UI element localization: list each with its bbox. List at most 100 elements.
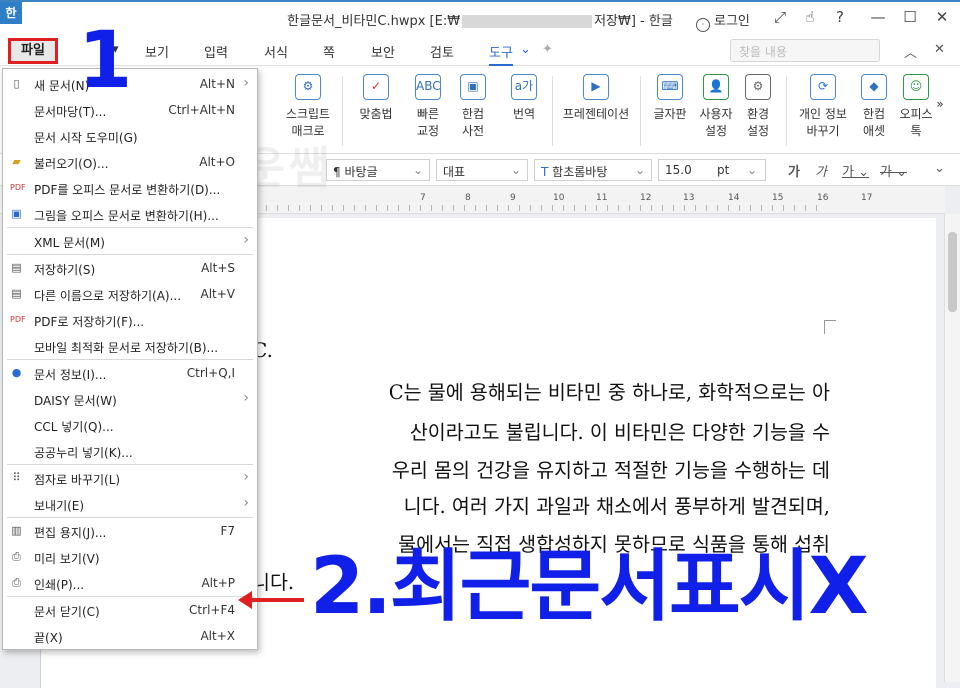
tool-personal-info[interactable]: ⟳ 개인 정보 바꾸기 bbox=[792, 74, 854, 140]
font-select[interactable]: T 함초롬바탕 ⌄ bbox=[534, 159, 652, 181]
tool-presentation[interactable]: ▶ 프레젠테이션 bbox=[560, 74, 632, 123]
ribbon-separator bbox=[640, 76, 641, 146]
menu-print[interactable]: ⎙ 인쇄(P)... Alt+P bbox=[3, 570, 257, 596]
bold-button[interactable]: 가 bbox=[788, 161, 800, 180]
page-margin-mark bbox=[824, 320, 836, 334]
file-menu[interactable]: 파일 bbox=[8, 38, 58, 64]
chevron-down-icon[interactable]: ⌄ bbox=[934, 161, 945, 176]
puzzle-icon[interactable]: ✦ bbox=[542, 42, 553, 57]
ruler-tick: 17 bbox=[861, 193, 873, 203]
title-prefix: 한글문서_비타민C.hwpx [E:₩ bbox=[287, 14, 461, 29]
blurred-path bbox=[462, 15, 593, 28]
print-icon: ⎙ bbox=[12, 576, 21, 589]
ruler-tick: 7 bbox=[420, 193, 426, 203]
menu-save[interactable]: ▤ 저장하기(S) Alt+S bbox=[3, 255, 257, 281]
ribbon-separator bbox=[342, 76, 343, 146]
menu-pdf-convert[interactable]: PDF PDF를 오피스 문서로 변환하기(D)... bbox=[3, 175, 257, 201]
ruler-tick: 16 bbox=[817, 193, 829, 203]
menu-daisy[interactable]: DAISY 문서(W) › bbox=[3, 386, 257, 412]
ruler-tick: 10 bbox=[553, 193, 565, 203]
title-bar: 한 한글문서_비타민C.hwpx [E:₩ 저장₩] - 한글 · 로그인 ⤢ ☝ … bbox=[0, 0, 960, 36]
underline-button[interactable]: 가 ⌄ bbox=[842, 161, 869, 180]
ruler-tick: 9 bbox=[510, 193, 516, 203]
menu-exit[interactable]: 끝(X) Alt+X bbox=[3, 623, 257, 649]
menu-send[interactable]: 보내기(E) › bbox=[3, 491, 257, 517]
ribbon-separator bbox=[552, 76, 553, 146]
expand-icon[interactable]: ⤢ bbox=[768, 8, 792, 26]
help-icon[interactable]: ? bbox=[828, 8, 852, 26]
maximize-button[interactable]: ☐ bbox=[898, 8, 922, 26]
collapse-ribbon-icon[interactable]: ︿ bbox=[904, 42, 917, 61]
new-document-icon: ▯ bbox=[13, 77, 20, 90]
keyboard-icon: ⌨ bbox=[657, 74, 683, 100]
scrollbar-thumb[interactable] bbox=[948, 232, 957, 312]
ribbon-separator bbox=[786, 76, 787, 146]
red-arrow bbox=[246, 598, 304, 602]
search-input[interactable]: 찾을 내용 bbox=[730, 39, 880, 62]
menu-save-as[interactable]: ▤ 다른 이름으로 저장하기(A)... Alt+V bbox=[3, 281, 257, 307]
menu-document-info[interactable]: ● 문서 정보(I)... Ctrl+Q,I bbox=[3, 360, 257, 386]
ruler-tick: 8 bbox=[465, 193, 471, 203]
pdf-save-icon: PDF bbox=[10, 315, 26, 324]
ribbon-more-icon[interactable]: » bbox=[930, 96, 950, 113]
file-dropdown-menu: ▯ 새 문서(N) Alt+N › 문서마당(T)... Ctrl+Alt+N 문서 시… bbox=[2, 68, 258, 650]
menu-start-wizard[interactable]: 문서 시작 도우미(G) bbox=[3, 123, 257, 149]
menu-insert[interactable]: 입력 bbox=[204, 42, 228, 61]
open-folder-icon: ▰ bbox=[12, 155, 21, 168]
menu-save-pdf[interactable]: PDF PDF로 저장하기(F)... bbox=[3, 307, 257, 333]
ruler-tick: 15 bbox=[772, 193, 784, 203]
menu-save-mobile[interactable]: 모바일 최적화 문서로 저장하기(B)... bbox=[3, 333, 257, 359]
menu-braille[interactable]: ⠿ 점자로 바꾸기(L) › bbox=[3, 465, 257, 491]
minimize-button[interactable]: — bbox=[866, 8, 890, 26]
menu-public-nuri[interactable]: 공공누리 넣기(K)... bbox=[3, 438, 257, 464]
tool-dictionary[interactable]: ▣ 한컴 사전 bbox=[445, 74, 501, 140]
tool-spell-check[interactable]: ✓ 맞춤법 bbox=[348, 74, 404, 123]
menu-xml-document[interactable]: XML 문서(M) › bbox=[3, 228, 257, 254]
style-select[interactable]: ¶ 바탕글 ⌄ bbox=[326, 159, 430, 181]
tool-translate[interactable]: a가 번역 bbox=[496, 74, 552, 123]
menu-print-preview[interactable]: ⎙ 미리 보기(V) bbox=[3, 544, 257, 570]
preferences-icon: ⚙ bbox=[745, 74, 771, 100]
menu-tools[interactable]: 도구 bbox=[489, 42, 513, 66]
login-button[interactable]: · 로그인 bbox=[696, 10, 750, 32]
info-icon: ● bbox=[11, 366, 22, 379]
save-as-icon: ▤ bbox=[11, 287, 22, 300]
font-type-select[interactable]: 대표 ⌄ bbox=[436, 159, 528, 181]
font-size-input[interactable]: 15.0 pt ⌄ bbox=[658, 159, 766, 181]
print-preview-icon: ⎙ bbox=[12, 550, 21, 563]
menu-page-setup[interactable]: ▥ 편집 용지(J)... F7 bbox=[3, 518, 257, 544]
vertical-scrollbar[interactable] bbox=[944, 214, 960, 682]
chevron-down-icon[interactable]: ⌄ bbox=[520, 42, 531, 57]
tool-script-macro[interactable]: ⚙ 스크립트 매크로 bbox=[280, 74, 336, 140]
close-ribbon-icon[interactable]: ✕ bbox=[934, 42, 945, 57]
save-icon: ▤ bbox=[11, 261, 22, 274]
tool-preferences[interactable]: ⚙ 환경 설정 bbox=[730, 74, 786, 140]
strikethrough-button[interactable]: 가 ⌄ bbox=[880, 161, 907, 180]
hancom-asset-icon: ◆ bbox=[861, 74, 887, 100]
spell-check-icon: ✓ bbox=[363, 74, 389, 100]
personal-info-icon: ⟳ bbox=[810, 74, 836, 100]
menu-bar: 파일 ▾ 보기 입력 서식 쪽 보안 검토 도구 ⌄ ✦ 찾을 내용 ︿ ✕ bbox=[0, 36, 960, 66]
menu-ccl[interactable]: CCL 넣기(Q)... bbox=[3, 412, 257, 438]
red-arrow-head bbox=[238, 591, 252, 609]
close-button[interactable]: ✕ bbox=[930, 8, 954, 26]
menu-open[interactable]: ▰ 불러오기(O)... Alt+O bbox=[3, 149, 257, 175]
dictionary-icon: ▣ bbox=[460, 74, 486, 100]
login-label: 로그인 bbox=[714, 14, 750, 29]
menu-format[interactable]: 서식 bbox=[264, 42, 288, 61]
translate-icon: a가 bbox=[511, 74, 537, 100]
user-icon: · bbox=[696, 18, 710, 32]
step-1-annotation: 1 bbox=[78, 16, 133, 106]
menu-image-convert[interactable]: ▣ 그림을 오피스 문서로 변환하기(H)... bbox=[3, 201, 257, 227]
touch-mode-icon[interactable]: ☝ bbox=[798, 8, 822, 26]
step-2-annotation: 2.최근문서표시X bbox=[310, 542, 869, 632]
title-suffix: 저장₩] - 한글 bbox=[594, 14, 673, 29]
italic-button[interactable]: 가 bbox=[815, 161, 827, 180]
ruler-tick: 13 bbox=[683, 193, 695, 203]
menu-page[interactable]: 쪽 bbox=[323, 42, 335, 61]
menu-view[interactable]: 보기 bbox=[145, 42, 169, 61]
menu-close-document[interactable]: 문서 닫기(C) Ctrl+F4 bbox=[3, 597, 257, 623]
menu-security[interactable]: 보안 bbox=[371, 42, 395, 61]
menu-review[interactable]: 검토 bbox=[430, 42, 454, 61]
presentation-icon: ▶ bbox=[583, 74, 609, 100]
